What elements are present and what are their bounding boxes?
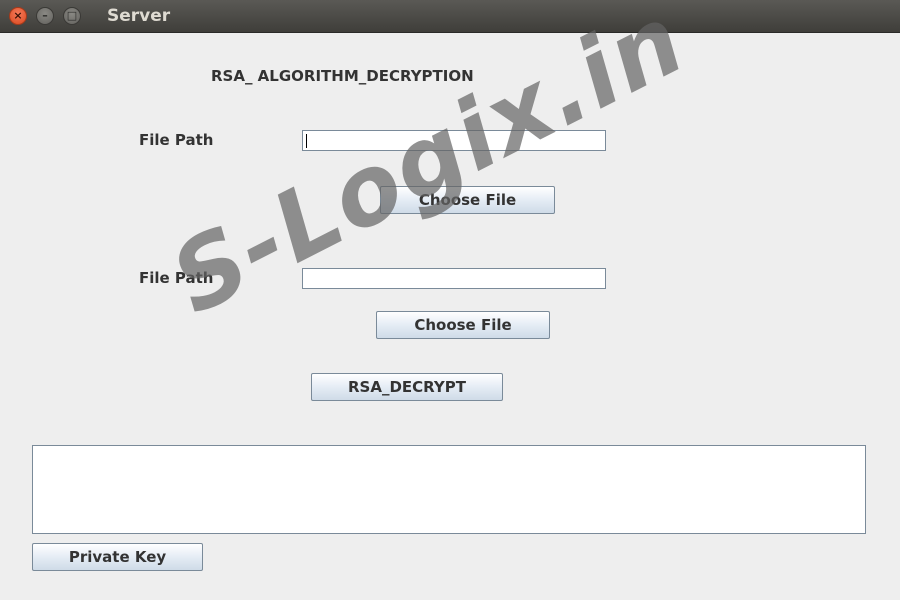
maximize-window-button[interactable]: □	[63, 7, 81, 25]
file-path-input-1[interactable]	[302, 130, 606, 151]
minimize-icon: –	[42, 9, 48, 22]
close-icon: ×	[13, 9, 23, 22]
window-title: Server	[107, 6, 171, 26]
minimize-window-button[interactable]: –	[36, 7, 54, 25]
choose-file-button-2[interactable]: Choose File	[376, 311, 550, 339]
file-path-input-2[interactable]	[302, 268, 606, 289]
private-key-button[interactable]: Private Key	[32, 543, 203, 571]
server-window: × – □ Server RSA_ ALGORITHM_DECRYPTION F…	[0, 0, 900, 600]
choose-file-button-1[interactable]: Choose File	[380, 186, 555, 214]
rsa-decrypt-button[interactable]: RSA_DECRYPT	[311, 373, 503, 401]
file-path-label-2: File Path	[139, 269, 214, 287]
close-window-button[interactable]: ×	[9, 7, 27, 25]
output-text-area[interactable]	[32, 445, 866, 534]
title-bar[interactable]: × – □ Server	[0, 0, 900, 33]
maximize-icon: □	[66, 9, 78, 22]
page-heading: RSA_ ALGORITHM_DECRYPTION	[211, 67, 474, 85]
text-caret	[306, 134, 307, 148]
file-path-label-1: File Path	[139, 131, 214, 149]
